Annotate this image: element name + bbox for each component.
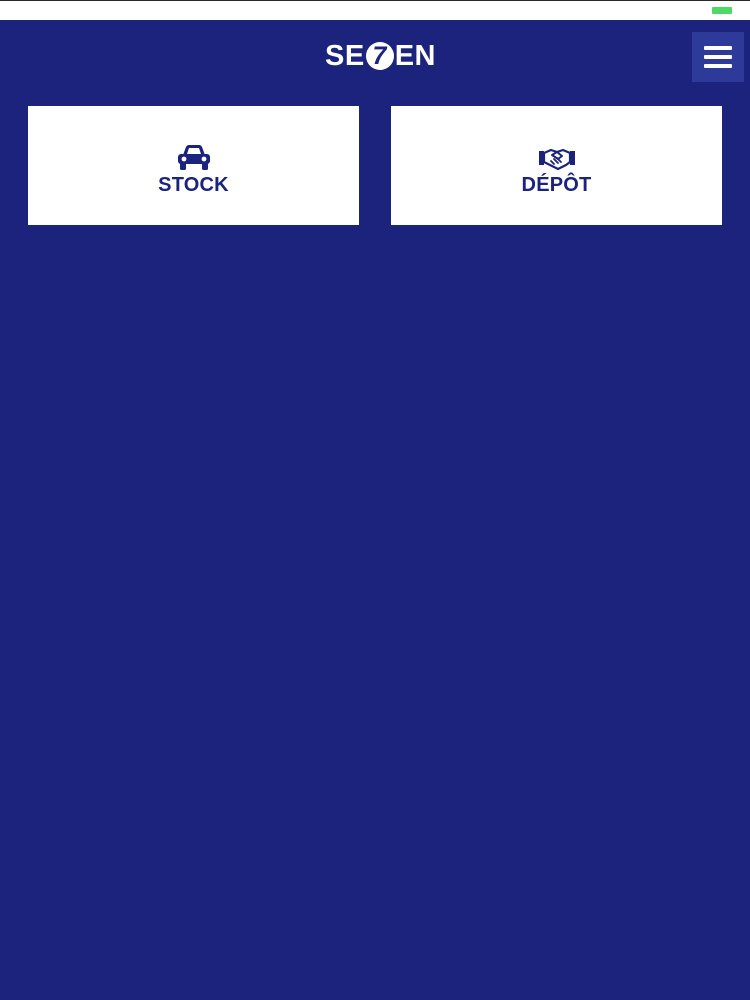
logo-seven-badge: 7 (365, 42, 394, 70)
hamburger-menu-icon-bar (704, 55, 732, 59)
app-header: SE 7 EN (0, 20, 750, 90)
logo-text-start: SE (325, 39, 365, 72)
handshake-icon (538, 148, 575, 170)
depot-tile-button[interactable]: DÉPÔT (391, 106, 722, 225)
logo-text-end: EN (394, 39, 436, 72)
hamburger-menu-icon-bar (704, 64, 732, 68)
stock-tile-button[interactable]: STOCK (28, 106, 359, 225)
depot-label: DÉPÔT (521, 173, 592, 196)
battery-icon (712, 7, 732, 14)
stock-label: STOCK (158, 173, 229, 196)
menu-button[interactable] (692, 32, 744, 82)
app-logo: SE 7 EN (325, 39, 436, 73)
hamburger-menu-icon (704, 46, 732, 50)
car-icon (177, 144, 210, 170)
status-bar (0, 0, 750, 20)
